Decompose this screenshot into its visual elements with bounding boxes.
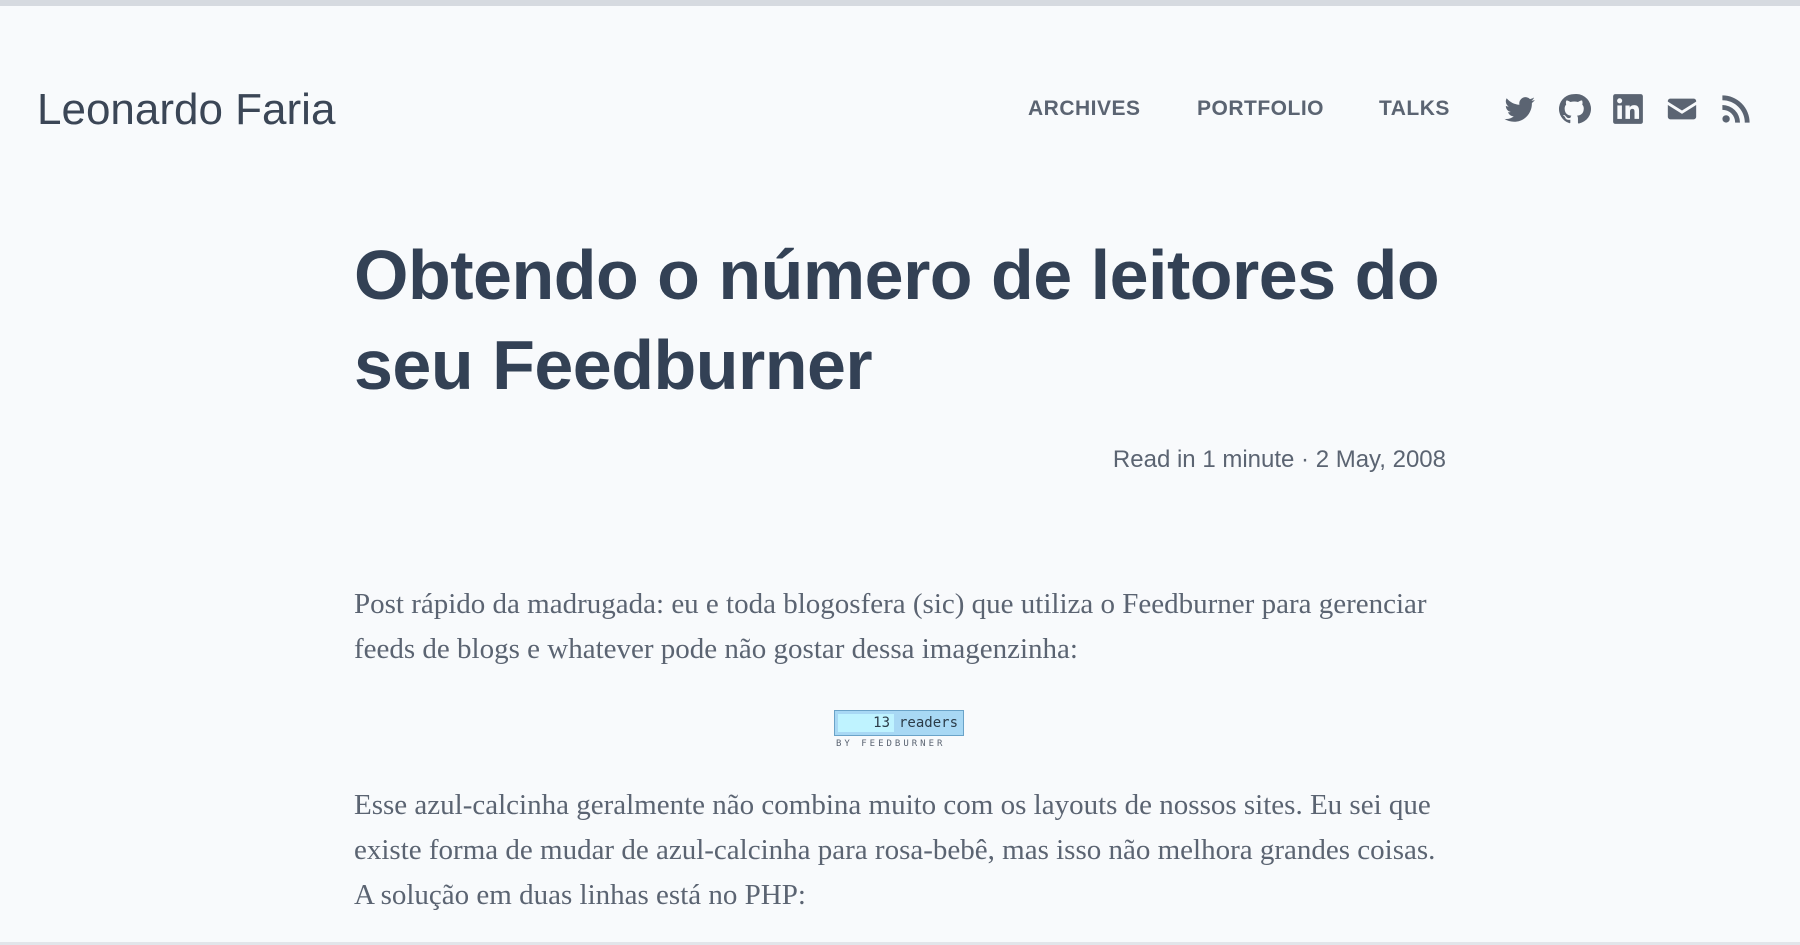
twitter-icon[interactable] [1503,92,1537,126]
feedburner-label: readers [899,715,959,731]
post-article: Obtendo o número de leitores do seu Feed… [354,230,1446,911]
email-icon[interactable] [1665,92,1699,126]
nav-portfolio-link[interactable]: PORTFOLIO [1197,93,1324,125]
rss-icon[interactable] [1719,92,1753,126]
post-paragraph-1: Post rápido da madrugada: eu e toda blog… [354,588,1427,665]
linkedin-icon[interactable] [1611,92,1645,126]
feedburner-readers-image: 13 readers BY FEEDBURNER [834,710,964,750]
feedburner-count: 13 [838,714,894,732]
post-paragraph-2: Esse azul-calcinha geralmente não combin… [354,789,1436,911]
site-header: Leonardo Faria ARCHIVES PORTFOLIO TALKS [0,6,1800,206]
github-icon[interactable] [1557,92,1591,126]
nav-talks-link[interactable]: TALKS [1379,93,1450,125]
post-meta: Read in 1 minute · 2 May, 2008 [1112,446,1446,473]
site-title-link[interactable]: Leonardo Faria [37,82,335,138]
feedburner-counter-box: 13 readers [834,710,964,736]
feedburner-byline: BY FEEDBURNER [836,739,946,749]
nav-archives-link[interactable]: ARCHIVES [1028,93,1141,125]
post-title-line2: seu Feedburner [354,326,873,404]
post-title: Obtendo o número de leitores do seu Feed… [354,230,1446,410]
post-title-line1: Obtendo o número de leitores do [354,236,1440,314]
